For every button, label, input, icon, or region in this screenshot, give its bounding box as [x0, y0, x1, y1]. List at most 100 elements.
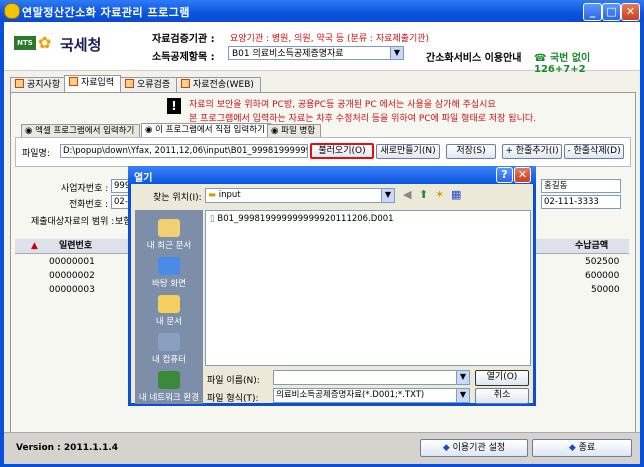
tab-icon — [69, 77, 78, 86]
folder-icon: ▬ — [208, 190, 219, 200]
serial-cell[interactable]: 00000001 — [49, 257, 95, 267]
subtab-excel[interactable]: ◉ 엑셀 프로그램에서 입력하기 — [21, 124, 141, 137]
amount-cell[interactable]: 600000 — [585, 271, 619, 281]
range-label: 제출대상자료의 범위 : — [31, 217, 115, 227]
arrow-icon: ◆ — [568, 443, 579, 453]
inst-value: 요양기관 : 병원, 의원, 약국 등 (분류 : 자료제출기관) — [230, 34, 430, 44]
serial-cell[interactable]: 00000002 — [49, 271, 95, 281]
lookin-select[interactable]: ▬ input — [205, 188, 395, 203]
agency-name: 국세청 — [60, 36, 102, 54]
dialog-title-bar: 열기 ? ✕ — [128, 166, 536, 184]
filename-label: 파일 이름(N): — [207, 376, 260, 386]
place-my-documents[interactable]: 내 문서 — [136, 295, 202, 327]
tab-icon — [125, 79, 134, 88]
help-button[interactable]: ? — [496, 167, 513, 183]
institution-settings-button[interactable]: ◆ 이용기관 설정 — [420, 439, 528, 457]
status-bar: Version : 2011.1.1.4 ◆ 이용기관 설정 ◆ 종료 — [4, 432, 640, 464]
back-icon[interactable]: ◀ — [403, 188, 411, 201]
file-label: 파일명: — [22, 149, 50, 159]
button-label: 이용기관 설정 — [452, 443, 506, 453]
view-menu-icon[interactable]: ▦ — [451, 188, 461, 201]
deduct-label: 소득공제항목 : — [152, 52, 215, 63]
filetype-select[interactable]: 의료비소득공제증명자료(*.D001;*.TXT) — [273, 388, 469, 403]
amount-cell[interactable]: 50000 — [591, 285, 620, 295]
sort-triangle-icon: ▲ — [31, 241, 38, 251]
place-label: 내 컴퓨터 — [152, 355, 186, 365]
minimize-button[interactable]: _ — [583, 3, 602, 21]
col-serial: 일련번호 — [59, 241, 93, 251]
title-bar: 연말정산간소화 자료관리 프로그램 _ □ ✕ — [0, 0, 644, 22]
inst-label: 자료검증기관 : — [152, 34, 215, 45]
nts-logo-icon: ✿ — [38, 33, 52, 52]
notice-line-1: 자료의 보안을 위하여 PC방, 공용PC등 공개된 PC 에서는 사용을 삼가… — [189, 100, 496, 110]
new-folder-icon[interactable]: ✶ — [435, 188, 444, 201]
cancel-button[interactable]: 취소 — [475, 388, 529, 404]
chevron-down-icon[interactable]: ▼ — [456, 388, 470, 403]
subtab-merge[interactable]: ◉ 파일 병합 — [267, 124, 322, 137]
place-label: 내 네트워크 환경 — [138, 393, 200, 403]
open-file-dialog: 열기 ? ✕ 찾는 위치(I): ▬ input ▼ ◀ ⬆ ✶ ▦ 내 최근 … — [128, 166, 536, 406]
version-text: Version : 2011.1.1.4 — [16, 443, 119, 453]
subtab-direct[interactable]: ◉ 이 프로그램에서 직접 입력하기 — [141, 123, 271, 137]
lookin-label: 찾는 위치(I): — [153, 193, 202, 203]
place-label: 내 최근 문서 — [146, 241, 192, 251]
deduct-select[interactable]: B01 의료비소득공제증명자료 — [228, 46, 394, 60]
save-button[interactable]: 저장(S) — [446, 144, 496, 159]
amount-cell[interactable]: 502500 — [585, 257, 619, 267]
tel-field[interactable]: 02-111-3333 — [541, 195, 621, 209]
my-documents-icon — [158, 295, 180, 313]
place-network[interactable]: 내 네트워크 환경 — [136, 371, 202, 403]
warning-icon: ! — [167, 98, 181, 114]
nts-badge: NTS — [14, 36, 36, 50]
new-button[interactable]: 새로만들기(N) — [376, 144, 440, 159]
recent-documents-icon — [158, 219, 180, 237]
network-icon — [158, 371, 180, 389]
chevron-down-icon[interactable]: ▼ — [381, 188, 395, 203]
dialog-title: 열기 — [134, 173, 153, 184]
file-bar: 파일명: D:\popup\down\Yfax, 2011,12,06\inpu… — [15, 137, 631, 167]
tab-icon — [181, 79, 190, 88]
load-button[interactable]: 불러오기(O) — [310, 143, 374, 159]
add-row-button[interactable]: + 한줄추가(I) — [502, 144, 562, 159]
serial-cell[interactable]: 00000003 — [49, 285, 95, 295]
place-recent[interactable]: 내 최근 문서 — [136, 219, 202, 251]
dialog-body: 찾는 위치(I): ▬ input ▼ ◀ ⬆ ✶ ▦ 내 최근 문서 바탕 화… — [131, 184, 533, 404]
desktop-icon — [158, 257, 180, 275]
lookin-value: input — [218, 190, 241, 200]
maximize-button[interactable]: □ — [602, 3, 621, 21]
dialog-close-button[interactable]: ✕ — [514, 167, 531, 183]
close-button[interactable]: ✕ — [621, 3, 640, 21]
service-guide: 간소화서비스 이용안내 — [426, 53, 522, 64]
name-field[interactable]: 홍길동 — [541, 179, 621, 193]
delete-row-button[interactable]: - 한줄삭제(D) — [564, 144, 624, 159]
file-name: B01_999819999999999920111206.D001 — [217, 214, 394, 224]
tab-error-check[interactable]: 오류검증 — [120, 77, 178, 92]
tab-data-input[interactable]: 자료입력 — [64, 75, 122, 92]
places-bar: 내 최근 문서 바탕 화면 내 문서 내 컴퓨터 내 네트워크 환경 — [135, 210, 203, 404]
tab-icon — [15, 79, 24, 88]
tab-label: 자료입력 — [81, 78, 115, 88]
header: NTS ✿ 국세청 자료검증기관 : 요양기관 : 병원, 의원, 약국 등 (… — [4, 22, 640, 75]
tab-send-web[interactable]: 자료전송(WEB) — [176, 77, 261, 92]
my-computer-icon — [158, 333, 180, 351]
phone-label: 전화번호 : — [69, 200, 109, 210]
tab-notice[interactable]: 공지사항 — [10, 77, 68, 92]
file-list: ▯ B01_999819999999999920111206.D001 — [205, 210, 531, 366]
exit-button[interactable]: ◆ 종료 — [532, 439, 632, 457]
phone-number: ☎ 국번 없이 126+7+2 — [534, 53, 591, 75]
filename-input[interactable] — [273, 370, 469, 385]
place-desktop[interactable]: 바탕 화면 — [136, 257, 202, 289]
open-button[interactable]: 열기(O) — [475, 370, 529, 386]
chevron-down-icon[interactable]: ▼ — [456, 370, 470, 385]
place-my-computer[interactable]: 내 컴퓨터 — [136, 333, 202, 365]
file-item[interactable]: ▯ B01_999819999999999920111206.D001 — [210, 214, 394, 224]
window-title: 연말정산간소화 자료관리 프로그램 — [22, 6, 190, 19]
file-path-field[interactable]: D:\popup\down\Yfax, 2011,12,06\input\B01… — [60, 144, 308, 158]
tab-label: 오류검증 — [137, 80, 171, 90]
col-amount: 수납금액 — [575, 241, 609, 251]
chevron-down-icon[interactable]: ▼ — [390, 46, 404, 60]
up-folder-icon[interactable]: ⬆ — [419, 188, 428, 201]
subtab-label: 엑셀 프로그램에서 입력하기 — [35, 126, 135, 136]
place-label: 바탕 화면 — [152, 279, 186, 289]
filetype-label: 파일 형식(T): — [207, 394, 259, 404]
